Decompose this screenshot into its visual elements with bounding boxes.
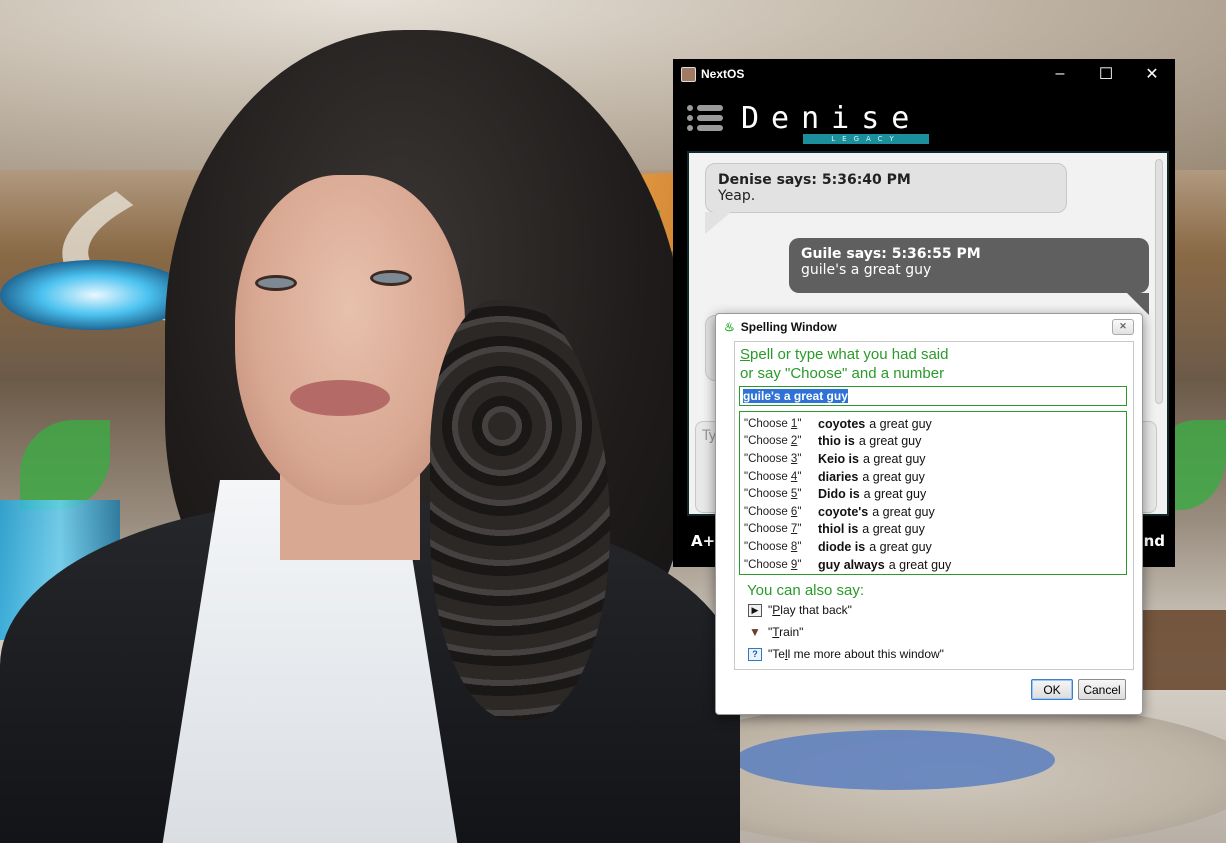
choice-alternative: coyotes	[818, 416, 866, 431]
choice-command: "Choose 5"	[744, 488, 802, 501]
logo-text: Denise	[741, 100, 922, 136]
choice-item[interactable]: "Choose 6" coyote's a great guy	[740, 503, 1126, 521]
instruction-line-2: or say "Choose" and a number	[740, 365, 945, 382]
choice-alternative: diode is	[818, 539, 866, 554]
choice-command: "Choose 1"	[744, 417, 802, 430]
bubble-tail	[1127, 293, 1149, 315]
avatar-lips	[290, 380, 390, 416]
bubble-tail	[705, 212, 731, 234]
choice-item[interactable]: "Choose 5" Dido is a great guy	[740, 485, 1126, 503]
instruction-line-1: pell or type what you had said	[750, 346, 949, 363]
spell-input-selection: guile's a great guy	[743, 389, 848, 403]
chat-scrollbar[interactable]	[1155, 159, 1163, 404]
message-text: guile's a great guy	[801, 262, 932, 279]
minimize-button[interactable]: –	[1037, 59, 1083, 89]
plant-leaves	[20, 420, 110, 510]
choice-rest: a great guy	[863, 451, 926, 466]
choice-alternative: thio is	[818, 434, 855, 449]
message-text: Yeap.	[718, 188, 756, 205]
choice-rest: a great guy	[858, 434, 922, 449]
option-label: "Tell me more about this window"	[768, 647, 944, 661]
graduation-cap-icon: ▼	[749, 625, 761, 639]
spelling-titlebar[interactable]: ♨ Spelling Window ✕	[716, 314, 1142, 339]
maximize-button[interactable]: ☐	[1083, 59, 1129, 89]
instructions: Spell or type what you had said or say "…	[735, 342, 1133, 383]
choice-alternative: guy always	[818, 557, 885, 572]
message-sender: Guile says: 5:36:55 PM	[801, 246, 981, 262]
close-button[interactable]: ✕	[1129, 59, 1175, 89]
message-bubble-guile: Guile says: 5:36:55 PM guile's a great g…	[789, 238, 1149, 293]
choice-command: "Choose 9"	[744, 558, 802, 571]
ok-button[interactable]: OK	[1031, 679, 1073, 700]
menu-icon[interactable]	[687, 105, 723, 131]
logo-subtitle: LEGACY	[803, 133, 929, 144]
spell-input[interactable]: guile's a great guy	[739, 386, 1127, 406]
choice-command: "Choose 2"	[744, 435, 802, 448]
choice-command: "Choose 3"	[744, 452, 802, 465]
dialog-buttons: OK Cancel	[1031, 679, 1126, 700]
choice-rest: a great guy	[862, 469, 925, 484]
choice-alternative: Keio is	[818, 451, 859, 466]
choice-item[interactable]: "Choose 1" coyotes a great guy	[740, 415, 1126, 433]
choice-command: "Choose 7"	[744, 523, 802, 536]
spelling-window: ♨ Spelling Window ✕ Spell or type what y…	[715, 313, 1143, 715]
spelling-title: Spelling Window	[740, 319, 837, 334]
choice-item[interactable]: "Choose 2" thio is a great guy	[740, 433, 1126, 451]
floor-ring	[735, 730, 1055, 790]
nextos-titlebar[interactable]: NextOS – ☐ ✕	[673, 59, 1175, 89]
choice-command: "Choose 4"	[744, 470, 802, 483]
denise-logo: Denise LEGACY	[741, 100, 929, 144]
dragon-flame-icon: ♨	[724, 319, 735, 334]
close-button[interactable]: ✕	[1112, 318, 1134, 335]
choice-list[interactable]: "Choose 1" coyotes a great guy "Choose 2" th…	[739, 411, 1127, 575]
choice-rest: a great guy	[869, 539, 932, 554]
option-label: "Train"	[768, 625, 804, 639]
choice-item[interactable]: "Choose 8" diode is a great guy	[740, 538, 1126, 556]
instruction-accesskey: S	[740, 346, 751, 363]
avatar-eye	[370, 270, 412, 286]
choice-item[interactable]: "Choose 9" guy always a great guy	[740, 556, 1126, 574]
choice-rest: a great guy	[888, 557, 952, 572]
choice-rest: a great guy	[863, 487, 927, 502]
also-say-label: You can also say:	[747, 582, 865, 599]
choice-rest: a great guy	[869, 416, 932, 431]
font-size-button[interactable]: A+	[691, 532, 715, 550]
tell-me-more-option[interactable]: ? "Tell me more about this window"	[735, 643, 1133, 665]
choice-rest: a great guy	[862, 522, 925, 537]
play-that-back-option[interactable]: ▶ "Play that back"	[735, 599, 1133, 621]
train-option[interactable]: ▼ "Train"	[735, 621, 1133, 643]
avatar-eye	[255, 275, 297, 291]
spelling-panel: Spell or type what you had said or say "…	[734, 341, 1134, 670]
choice-item[interactable]: "Choose 4" diaries a great guy	[740, 468, 1126, 486]
choice-alternative: Dido is	[818, 487, 860, 502]
choice-alternative: diaries	[818, 469, 859, 484]
app-header: Denise LEGACY	[673, 89, 1175, 147]
choice-rest: a great guy	[872, 504, 935, 519]
message-bubble-denise: Denise says: 5:36:40 PM Yeap.	[705, 163, 1067, 213]
blue-light	[0, 260, 190, 330]
choice-item[interactable]: "Choose 7" thiol is a great guy	[740, 521, 1126, 539]
choice-command: "Choose 8"	[744, 540, 802, 553]
cancel-button[interactable]: Cancel	[1078, 679, 1126, 700]
choice-alternative: coyote's	[818, 504, 869, 519]
window-title: NextOS	[701, 67, 745, 81]
choice-item[interactable]: "Choose 3" Keio is a great guy	[740, 450, 1126, 468]
app-avatar-icon	[681, 66, 696, 82]
option-label: "Play that back"	[768, 603, 852, 617]
play-icon: ▶	[748, 603, 762, 617]
choice-command: "Choose 6"	[744, 505, 802, 518]
choice-alternative: thiol is	[818, 522, 859, 537]
message-sender: Denise says: 5:36:40 PM	[718, 172, 911, 188]
help-icon: ?	[748, 647, 762, 661]
